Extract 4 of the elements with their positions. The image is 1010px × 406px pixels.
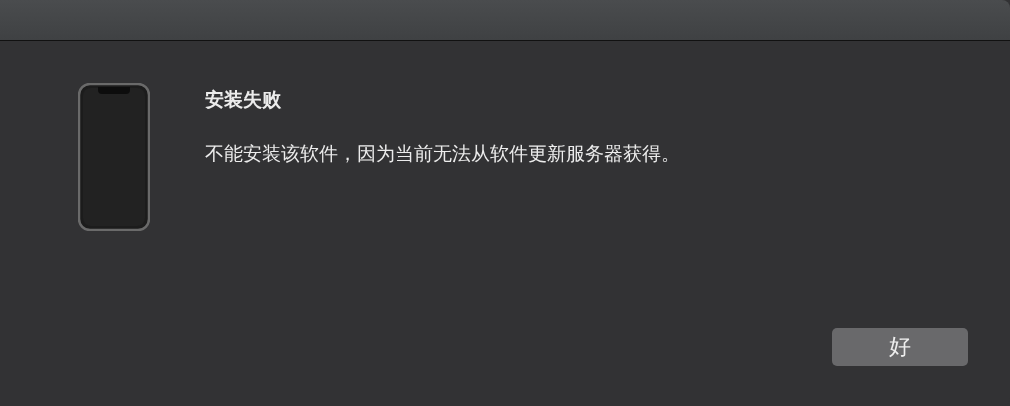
dialog-title: 安装失败 [205, 87, 282, 112]
dialog-message: 不能安装该软件，因为当前无法从软件更新服务器获得。 [205, 141, 680, 166]
phone-icon [78, 83, 150, 231]
ok-button[interactable]: 好 [832, 328, 968, 366]
